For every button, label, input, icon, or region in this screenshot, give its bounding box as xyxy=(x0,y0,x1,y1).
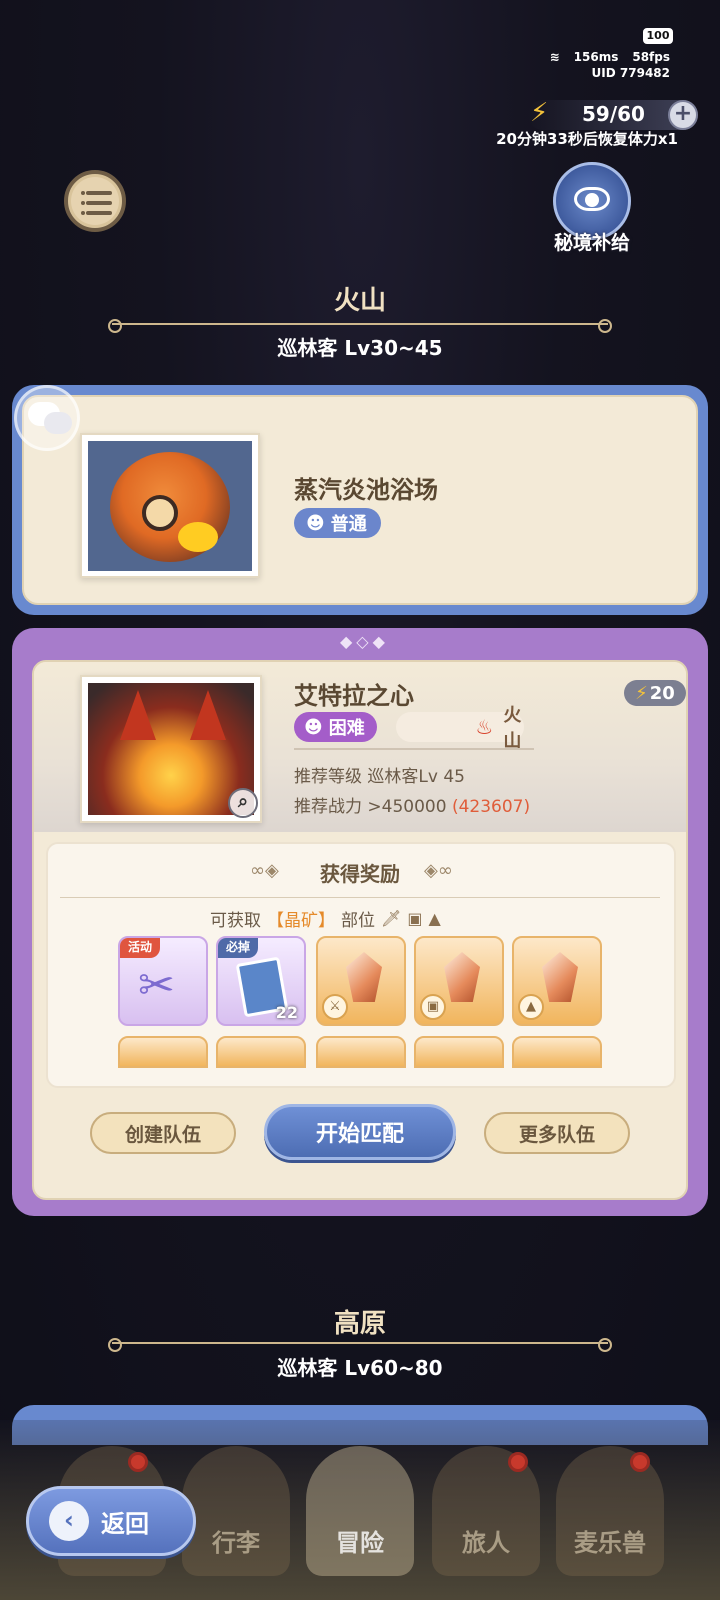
reward-item[interactable]: ⚔ xyxy=(316,936,406,1026)
zoom-icon[interactable]: ⌕ xyxy=(228,788,258,818)
notification-dot xyxy=(630,1452,650,1472)
guaranteed-flag: 必掉 xyxy=(218,938,259,958)
back-button[interactable]: ‹ 返回 xyxy=(26,1486,196,1556)
player-uid: UID 779482 xyxy=(591,66,670,80)
divider xyxy=(60,897,660,898)
stamina-recover-text: 20分钟33秒后恢复体力x1 xyxy=(496,130,678,148)
menu-list-button[interactable] xyxy=(64,170,126,232)
lightning-icon: ⚡ xyxy=(530,98,549,128)
armor-icon: ▣ xyxy=(407,909,423,928)
ornament-icon: ◈∞ xyxy=(424,860,453,881)
network-status: ≋ 156ms 58fps xyxy=(550,50,670,64)
stamina-value: 59/60 xyxy=(582,102,645,126)
event-flag: 活动 xyxy=(120,938,161,958)
sword-icon: ⚔ xyxy=(322,994,348,1020)
my-power: (423607) xyxy=(451,797,531,817)
boots-icon: ▲ xyxy=(428,909,441,928)
monster-face-icon: ☻ xyxy=(304,716,323,738)
reward-item[interactable] xyxy=(216,1036,306,1068)
reward-item[interactable]: 必掉 22 xyxy=(216,936,306,1026)
reward-title: 获得奖励 xyxy=(320,862,400,886)
add-stamina-button[interactable]: + xyxy=(668,100,698,130)
scissors-icon: ✂ xyxy=(138,960,175,1011)
sword-icon: 🗡 xyxy=(381,909,402,928)
dungeon-name: 蒸汽炎池浴场 xyxy=(294,476,438,504)
stamina-cost-badge: ⚡ 20 xyxy=(624,680,686,706)
secret-supply-label: 秘境补给 xyxy=(553,232,630,254)
diamond-ornament-icon: ◆◇◆ xyxy=(340,632,389,651)
reward-obtain-text: 可获取 【晶矿】 部位 🗡 ▣ ▲ xyxy=(210,909,441,931)
section-subtitle: 巡林客 Lv60~80 xyxy=(277,1356,443,1380)
back-arrow-icon: ‹ xyxy=(49,1501,89,1541)
start-match-button[interactable]: 开始匹配 xyxy=(264,1104,456,1160)
tab-luggage[interactable]: 行李 xyxy=(182,1446,290,1576)
battery-indicator: 100 xyxy=(643,28,673,44)
crystal-icon xyxy=(444,952,480,1002)
reward-item[interactable] xyxy=(414,1036,504,1068)
reward-item[interactable] xyxy=(118,1036,208,1068)
notification-dot xyxy=(508,1452,528,1472)
crystal-icon xyxy=(542,952,578,1002)
reward-item[interactable]: ▲ xyxy=(512,936,602,1026)
create-team-button[interactable]: 创建队伍 xyxy=(90,1112,236,1154)
reward-item[interactable]: ▣ xyxy=(414,936,504,1026)
recommended-level: 推荐等级 巡林客Lv 45 xyxy=(294,767,465,787)
armor-icon: ▣ xyxy=(420,994,446,1020)
section-title: 火山 xyxy=(333,286,386,316)
divider xyxy=(294,748,534,750)
dungeon-name: 艾特拉之心 xyxy=(294,682,414,710)
fire-icon: ♨ xyxy=(475,715,494,739)
recommended-power: 推荐战力 >450000 (423607) xyxy=(294,797,531,817)
tab-adventure[interactable]: 冒险 xyxy=(306,1446,414,1576)
reward-item[interactable] xyxy=(512,1036,602,1068)
section-divider xyxy=(108,319,612,333)
section-title: 高原 xyxy=(333,1309,386,1339)
ping-value: 156ms xyxy=(573,50,619,64)
monster-face-icon: ☻ xyxy=(306,512,325,534)
notification-dot xyxy=(128,1452,148,1472)
difficulty-badge-hard: ☻ 困难 xyxy=(294,712,377,742)
reward-item[interactable]: ✂ 活动 xyxy=(118,936,208,1026)
item-count: 22 xyxy=(275,1003,298,1022)
wifi-icon: ≋ xyxy=(549,50,560,64)
crystal-icon xyxy=(346,952,382,1002)
reward-item[interactable] xyxy=(316,1036,406,1068)
difficulty-badge-normal: ☻ 普通 xyxy=(294,508,381,538)
more-teams-button[interactable]: 更多队伍 xyxy=(484,1112,630,1154)
section-divider xyxy=(108,1338,612,1352)
boots-icon: ▲ xyxy=(518,994,544,1020)
fps-value: 58fps xyxy=(632,50,670,64)
lightning-icon: ⚡ xyxy=(635,682,648,704)
section-subtitle: 巡林客 Lv30~45 xyxy=(277,336,443,360)
